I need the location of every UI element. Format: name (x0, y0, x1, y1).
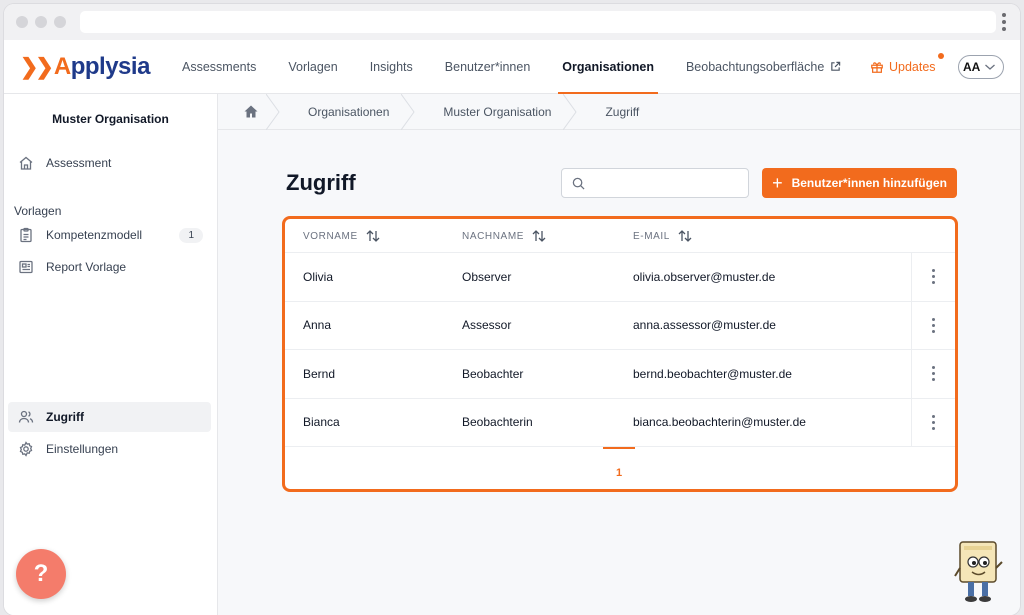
nav-benutzerinnen[interactable]: Benutzer*innen (429, 40, 546, 93)
gear-icon (19, 441, 33, 457)
organisation-name: Muster Organisation (52, 112, 169, 126)
plus-icon: + (772, 173, 783, 193)
table-row[interactable]: Bernd Beobachter bernd.beobachter@muster… (285, 350, 955, 399)
cell-email: anna.assessor@muster.de (633, 318, 776, 333)
sidebar-item-assessment[interactable]: Assessment (8, 148, 211, 178)
updates-button[interactable]: Updates (870, 40, 944, 93)
users-icon (18, 410, 34, 423)
browser-window: ❯❯ Applysia Assessments Vorlagen Insight… (4, 4, 1020, 615)
users-table: VORNAME NACHNAME E-MAIL Olivia Observer (282, 216, 958, 492)
search-input[interactable] (593, 176, 733, 190)
page-title: Zugriff (286, 170, 356, 195)
nav-vorlagen[interactable]: Vorlagen (272, 40, 353, 93)
sidebar: Muster Organisation Assessment Vorlagen … (4, 94, 218, 615)
table-header: VORNAME NACHNAME E-MAIL (285, 219, 955, 253)
chevron-down-icon (985, 64, 996, 70)
sort-icon (366, 230, 380, 242)
address-bar[interactable] (80, 11, 996, 33)
search-box[interactable] (561, 168, 749, 198)
add-users-button[interactable]: + Benutzer*innen hinzufügen (762, 168, 957, 198)
user-avatar-menu[interactable]: AA (958, 55, 1004, 79)
main-nav: Assessments Vorlagen Insights Benutzer*i… (166, 40, 857, 94)
top-navigation: ❯❯ Applysia Assessments Vorlagen Insight… (4, 40, 1020, 94)
column-header-email[interactable]: E-MAIL (633, 219, 692, 253)
sidebar-section-vorlagen: Vorlagen (14, 204, 62, 218)
cell-nachname: Observer (462, 269, 512, 284)
breadcrumb-zugriff: Zugriff (605, 104, 640, 119)
cell-nachname: Beobachter (462, 366, 524, 381)
browser-menu-icon[interactable] (1002, 13, 1006, 31)
logo-text: Applysia (53, 52, 151, 80)
document-icon (19, 260, 33, 274)
breadcrumb-separator (563, 94, 578, 130)
breadcrumb-separator (401, 94, 416, 130)
cell-vorname: Bernd (303, 366, 336, 381)
logo-mark-icon: ❯❯ (20, 53, 54, 79)
sidebar-item-einstellungen[interactable]: Einstellungen (8, 434, 211, 464)
applysia-logo[interactable]: ❯❯ Applysia (20, 53, 150, 81)
pagination: 1 (285, 447, 955, 489)
breadcrumb-muster-organisation[interactable]: Muster Organisation (415, 94, 578, 130)
more-vertical-icon (932, 317, 935, 333)
search-icon (572, 177, 585, 190)
more-vertical-icon (932, 366, 935, 382)
browser-chrome (4, 4, 1020, 40)
more-vertical-icon (932, 269, 935, 285)
cell-vorname: Bianca (303, 415, 340, 430)
cell-email: bianca.beobachterin@muster.de (633, 415, 806, 430)
table-row[interactable]: Olivia Observer olivia.observer@muster.d… (285, 253, 955, 302)
row-actions-button[interactable] (911, 253, 955, 301)
cell-email: olivia.observer@muster.de (633, 269, 776, 284)
breadcrumb-home[interactable] (218, 94, 280, 130)
window-maximize-dot[interactable] (54, 16, 66, 28)
sort-icon (678, 230, 692, 242)
count-badge: 1 (179, 227, 203, 243)
column-header-vorname[interactable]: VORNAME (303, 219, 380, 253)
clipboard-icon (20, 227, 32, 243)
row-actions-button[interactable] (911, 350, 955, 398)
nav-organisationen[interactable]: Organisationen (546, 40, 670, 94)
external-link-icon (831, 61, 841, 71)
sidebar-item-report-vorlage[interactable]: Report Vorlage (8, 252, 211, 282)
breadcrumb-organisationen[interactable]: Organisationen (280, 94, 416, 130)
home-icon (244, 105, 258, 118)
breadcrumb-separator (266, 94, 280, 130)
row-actions-button[interactable] (911, 398, 955, 446)
sort-icon (532, 230, 546, 242)
notification-dot (937, 53, 944, 59)
home-icon (19, 156, 33, 170)
breadcrumb: Organisationen Muster Organisation Zugri… (218, 94, 1020, 130)
column-header-nachname[interactable]: NACHNAME (462, 219, 546, 253)
window-close-dot[interactable] (16, 16, 28, 28)
cell-email: bernd.beobachter@muster.de (633, 366, 792, 381)
nav-beobachtungsoberflaeche[interactable]: Beobachtungsoberfläche (670, 40, 857, 93)
mascot-icon (954, 541, 1003, 602)
sidebar-item-kompetenzmodell[interactable]: Kompetenzmodell 1 (8, 220, 211, 250)
nav-assessments[interactable]: Assessments (166, 40, 272, 93)
sidebar-item-zugriff[interactable]: Zugriff (8, 402, 211, 432)
gift-icon (871, 61, 883, 73)
cell-nachname: Beobachterin (462, 415, 533, 430)
window-minimize-dot[interactable] (35, 16, 47, 28)
row-actions-button[interactable] (911, 301, 955, 349)
table-row[interactable]: Bianca Beobachterin bianca.beobachterin@… (285, 398, 955, 447)
main-content: Organisationen Muster Organisation Zugri… (218, 94, 1020, 615)
cell-nachname: Assessor (462, 318, 512, 333)
table-row[interactable]: Anna Assessor anna.assessor@muster.de (285, 301, 955, 350)
nav-insights[interactable]: Insights (354, 40, 429, 93)
cell-vorname: Olivia (303, 269, 334, 284)
cell-vorname: Anna (303, 318, 332, 333)
more-vertical-icon (932, 414, 935, 430)
page-1-button[interactable]: 1 (603, 447, 635, 479)
help-button[interactable]: ? (16, 549, 66, 599)
